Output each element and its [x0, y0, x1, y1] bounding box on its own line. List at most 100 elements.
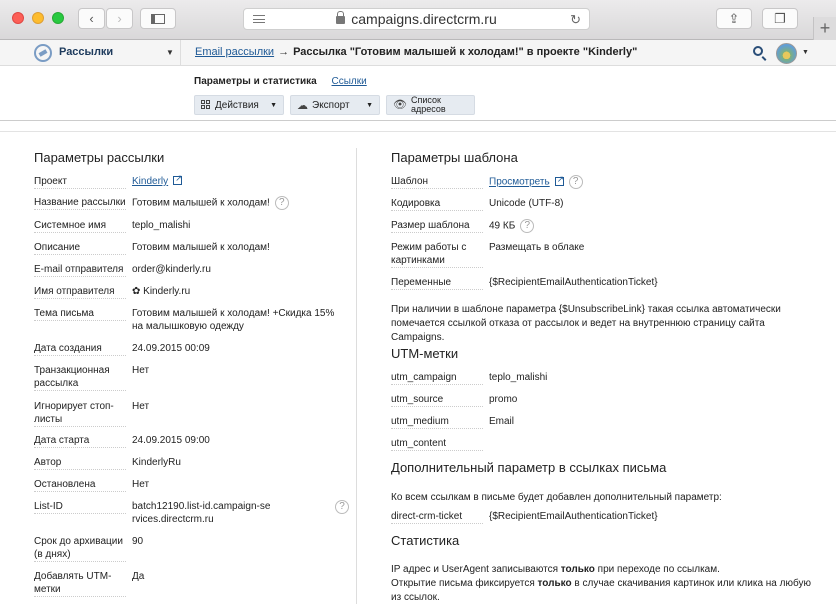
section-title-campaign-params: Параметры рассылки — [34, 150, 165, 165]
param-label: utm_medium — [391, 415, 489, 429]
breadcrumb-link[interactable]: Email рассылки — [195, 46, 274, 58]
param-label: utm_source — [391, 393, 489, 407]
cloud-download-icon: ☁ — [297, 99, 308, 112]
avatar[interactable] — [776, 43, 797, 64]
param-row: Системное имя teplo_malishi — [34, 219, 191, 233]
divider — [0, 131, 836, 132]
param-value: ✿ Kinderly.ru — [132, 286, 191, 297]
chevron-left-icon: ‹ — [89, 11, 94, 26]
close-window-button[interactable] — [12, 12, 24, 24]
reader-icon[interactable] — [253, 15, 265, 23]
forward-button[interactable]: › — [106, 8, 133, 29]
param-value: 24.09.2015 09:00 — [132, 435, 210, 446]
external-link-icon[interactable] — [173, 172, 183, 185]
app-menu-caret-icon[interactable]: ▼ — [166, 48, 174, 57]
section-title-template: Параметры шаблона — [391, 150, 518, 165]
param-label: Тема письма — [34, 307, 132, 321]
chevron-down-icon: ▼ — [270, 101, 277, 109]
page-title: Рассылка "Готовим малышей к холодам!" в … — [293, 46, 638, 58]
param-row: Транзакционная рассылка Нет — [34, 364, 150, 391]
param-label: Режим работы с картинками — [391, 241, 489, 268]
project-link[interactable]: Kinderly — [132, 176, 168, 187]
param-label: Игнорирует стоп-листы — [34, 400, 132, 427]
param-value: 49 КБ? — [489, 219, 535, 233]
param-row: Тема письма Готовим малышей к холодам! +… — [34, 307, 342, 333]
param-label: Переменные — [391, 276, 489, 290]
minimize-window-button[interactable] — [32, 12, 44, 24]
param-label: Остановлена — [34, 478, 132, 492]
param-label: utm_content — [391, 437, 489, 451]
param-label: Дата старта — [34, 434, 132, 448]
param-row: Автор KinderlyRu — [34, 456, 181, 470]
param-label: Имя отправителя — [34, 285, 132, 299]
param-value: Просмотреть? — [489, 173, 583, 189]
param-label: Транзакционная рассылка — [34, 364, 132, 391]
help-icon[interactable]: ? — [335, 500, 349, 514]
actions-label: Действия — [215, 99, 259, 111]
param-row: Остановлена Нет — [34, 478, 149, 492]
param-label: Размер шаблона — [391, 219, 489, 233]
utm-row: utm_campaign teplo_malishi — [391, 371, 548, 385]
zoom-window-button[interactable] — [52, 12, 64, 24]
param-row: Имя отправителя ✿ Kinderly.ru — [34, 285, 191, 299]
view-template-link[interactable]: Просмотреть — [489, 177, 550, 188]
grid-icon — [201, 100, 211, 110]
param-value: Размещать в облаке — [489, 242, 585, 253]
divider — [180, 40, 181, 66]
subheader: Параметры и статистика Ссылки Действия ▼… — [0, 67, 836, 121]
share-icon: ⇪ — [728, 10, 740, 26]
param-row: Размер шаблона 49 КБ? — [391, 219, 535, 233]
param-value: teplo_malishi — [489, 372, 548, 383]
help-icon[interactable]: ? — [568, 175, 583, 189]
param-value: KinderlyRu — [132, 457, 181, 468]
export-button[interactable]: ☁ Экспорт ▼ — [290, 95, 380, 115]
address-list-label-2: адресов — [410, 104, 446, 114]
param-value: Да — [132, 571, 145, 582]
param-row: Переменные {$RecipientEmailAuthenticatio… — [391, 276, 658, 290]
tabs: Параметры и статистика Ссылки — [194, 76, 367, 87]
param-label: Кодировка — [391, 197, 489, 211]
utm-row: utm_source promo — [391, 393, 517, 407]
sidebar-icon — [151, 13, 165, 24]
param-value: Нет — [132, 365, 150, 376]
section-title-stats: Статистика — [391, 533, 460, 548]
url-text: campaigns.directcrm.ru — [351, 11, 497, 27]
param-value: {$RecipientEmailAuthenticationTicket} — [489, 511, 658, 522]
actions-button[interactable]: Действия ▼ — [194, 95, 284, 115]
param-label: Название рассылки — [34, 197, 126, 210]
unsubscribe-note: При наличии в шаблоне параметра {$Unsubs… — [391, 304, 781, 343]
address-list-button[interactable]: 👁 Список адресов — [386, 95, 475, 115]
param-row: E-mail отправителя order@kinderly.ru — [34, 263, 211, 277]
share-button[interactable]: ⇪ — [716, 8, 752, 29]
address-bar[interactable]: campaigns.directcrm.ru ↻ — [243, 8, 590, 30]
search-icon[interactable] — [753, 46, 763, 56]
sidebar-toggle-button[interactable] — [140, 8, 176, 29]
tab-links[interactable]: Ссылки — [332, 76, 367, 87]
param-row: Название рассылки Готовим малышей к холо… — [34, 196, 289, 210]
new-tab-button[interactable]: + — [813, 17, 836, 40]
param-row: Дата создания 24.09.2015 00:09 — [34, 342, 210, 356]
tab-parameters[interactable]: Параметры и статистика — [194, 76, 317, 87]
back-button[interactable]: ‹ — [78, 8, 105, 29]
help-icon[interactable]: ? — [274, 196, 289, 210]
param-label: Проект — [34, 175, 132, 189]
param-value: teplo_malishi — [132, 220, 191, 231]
chevron-right-icon: › — [117, 11, 122, 26]
lock-icon — [336, 11, 346, 24]
app-name[interactable]: Рассылки — [59, 46, 113, 58]
chevron-down-icon: ▼ — [366, 101, 373, 109]
user-menu-caret-icon[interactable]: ▼ — [802, 49, 809, 56]
param-value: Email — [489, 416, 515, 427]
help-icon[interactable]: ? — [520, 219, 535, 233]
reload-icon[interactable]: ↻ — [570, 12, 581, 28]
param-label: E-mail отправителя — [34, 263, 132, 277]
external-link-icon[interactable] — [554, 173, 564, 186]
param-row: Шаблон Просмотреть? — [391, 173, 583, 189]
param-label: Добавлять UTM-метки — [34, 570, 132, 597]
tabs-button[interactable]: ❐ — [762, 8, 798, 29]
stats-note: IP адрес и UserAgent записываются только… — [391, 564, 811, 603]
param-row: Кодировка Unicode (UTF-8) — [391, 197, 563, 211]
param-label: Дата создания — [34, 342, 132, 356]
param-value: order@kinderly.ru — [132, 264, 211, 275]
utm-row: utm_content — [391, 437, 489, 451]
